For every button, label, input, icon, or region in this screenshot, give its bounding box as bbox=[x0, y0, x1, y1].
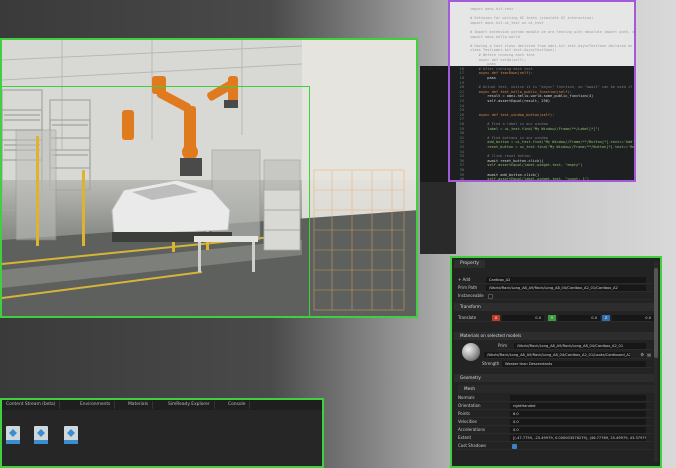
mesh-row-points: Points 6.0 bbox=[456, 410, 652, 418]
tab-content-stream[interactable]: Content Stream (beta) bbox=[2, 401, 61, 409]
instanceable-checkbox[interactable] bbox=[488, 293, 493, 299]
points-label: Points bbox=[458, 411, 471, 416]
translate-label: Translate bbox=[458, 315, 477, 320]
material-options-icon[interactable]: ⚙ bbox=[640, 351, 644, 359]
asset-thumbnail[interactable] bbox=[6, 426, 20, 444]
add-button[interactable]: + Add bbox=[458, 276, 470, 284]
mesh-row-accelerations: Accelerations 0.0 bbox=[456, 426, 652, 434]
materials-section-header[interactable]: Materials on selected models bbox=[454, 332, 654, 340]
strength-label: Strength bbox=[482, 361, 500, 366]
orientation-dropdown[interactable]: rightHanded bbox=[510, 403, 646, 409]
x-axis-badge: X bbox=[492, 315, 500, 321]
mesh-row-orientation: Orientation rightHanded bbox=[456, 402, 652, 410]
accelerations-label: Accelerations bbox=[458, 427, 485, 432]
material-prim-row: Prim /World/Rack/Long_A8_A9/Rack/Long_A8… bbox=[496, 342, 652, 350]
background-window bbox=[420, 66, 450, 182]
tab-simready-explorer[interactable]: SimReady Explorer bbox=[164, 401, 215, 409]
viewport-3d[interactable] bbox=[0, 38, 418, 318]
mesh-row-velocities: Velocities 0.0 bbox=[456, 418, 652, 426]
name-row: + Add Cardbox_A2 bbox=[456, 276, 652, 284]
code-text: self.assertEqual(label.widget.text, "cou… bbox=[470, 177, 589, 182]
material-prim-field[interactable]: /World/Rack/Long_A8_A9/Rack/Long_A8_04/C… bbox=[514, 343, 646, 349]
content-browser-tabs: Content Stream (beta) Environments Mater… bbox=[2, 400, 322, 410]
background-panel bbox=[420, 182, 456, 254]
material-path-field[interactable]: /World/Rack/Long_A8_A9/Rack/Long_A8_04/C… bbox=[484, 352, 630, 358]
material-preview-sphere bbox=[462, 343, 480, 361]
prim-path-label: Prim Path bbox=[458, 285, 478, 290]
strength-row: Strength Weaker than Descendants bbox=[480, 360, 652, 368]
cast-shadows-checkbox[interactable] bbox=[512, 443, 517, 449]
usd-file-icon bbox=[37, 429, 45, 437]
material-browse-icon[interactable]: ▤ bbox=[647, 351, 651, 359]
usd-file-icon bbox=[67, 429, 75, 437]
accelerations-field[interactable]: 0.0 bbox=[510, 427, 646, 433]
translate-row: Translate X 0.0 Y 0.0 Z 0.0 bbox=[456, 314, 654, 322]
mesh-section-header[interactable]: Mesh bbox=[458, 385, 654, 393]
asset-thumbnail[interactable] bbox=[64, 426, 78, 444]
extent-label: Extent bbox=[458, 435, 472, 440]
translate-y-field[interactable]: 0.0 bbox=[558, 315, 600, 321]
y-axis-badge: Y bbox=[548, 315, 556, 321]
tab-environments[interactable]: Environments bbox=[76, 401, 116, 409]
normals-field[interactable] bbox=[510, 395, 646, 401]
mesh-row-normals: Normals bbox=[456, 394, 652, 402]
line-number: 40 bbox=[459, 177, 464, 182]
velocities-label: Velocities bbox=[458, 419, 477, 424]
mesh-row-extent: Extent [(-47.7759, -25.49979, 0.00000357… bbox=[456, 434, 652, 442]
content-browser[interactable]: Content Stream (beta) Environments Mater… bbox=[0, 398, 324, 468]
property-scrollbar-thumb[interactable] bbox=[654, 268, 658, 358]
factory-scene bbox=[2, 40, 416, 316]
strength-dropdown[interactable]: Weaker than Descendants bbox=[502, 361, 646, 367]
tab-materials[interactable]: Materials bbox=[124, 401, 154, 409]
code-editor[interactable]: import omni.kit.test # Extnsion for writi… bbox=[448, 0, 636, 182]
material-path-row: /World/Rack/Long_A8_A9/Rack/Long_A8_04/C… bbox=[484, 351, 652, 359]
usd-file-icon bbox=[9, 429, 17, 437]
mesh-row-cast-shadows: Cast Shadows bbox=[456, 442, 652, 450]
asset-thumbnail[interactable] bbox=[34, 426, 48, 444]
code-line[interactable]: 40 self.assertEqual(label.widget.text, "… bbox=[450, 176, 634, 182]
geometry-section-header[interactable]: Geometry bbox=[454, 374, 654, 382]
translate-z-field[interactable]: 0.0 bbox=[612, 315, 654, 321]
cast-shadows-label: Cast Shadows bbox=[458, 443, 487, 448]
instanceable-row: Instanceable bbox=[456, 292, 652, 300]
transform-section-header[interactable]: Transform bbox=[454, 303, 654, 311]
prim-path-field[interactable]: /World/Rack/Long_A8_A9/Rack/Long_A8_04/C… bbox=[486, 285, 646, 291]
prim-path-row: Prim Path /World/Rack/Long_A8_A9/Rack/Lo… bbox=[456, 284, 652, 292]
prim-label: Prim bbox=[498, 343, 507, 348]
property-panel[interactable]: Property + Add Cardbox_A2 Prim Path /Wor… bbox=[450, 256, 662, 468]
instanceable-label: Instanceable bbox=[458, 293, 484, 298]
orientation-label: Orientation bbox=[458, 403, 481, 408]
tab-property[interactable]: Property bbox=[454, 260, 486, 268]
extent-field[interactable]: [(-47.7759, -25.49979, 0.000003576279), … bbox=[510, 435, 646, 441]
z-axis-badge: Z bbox=[602, 315, 610, 321]
normals-label: Normals bbox=[458, 395, 475, 400]
tab-console[interactable]: Console bbox=[224, 401, 251, 409]
name-field[interactable]: Cardbox_A2 bbox=[486, 277, 646, 283]
translate-x-field[interactable]: 0.0 bbox=[502, 315, 544, 321]
points-field[interactable]: 6.0 bbox=[510, 411, 646, 417]
velocities-field[interactable]: 0.0 bbox=[510, 419, 646, 425]
